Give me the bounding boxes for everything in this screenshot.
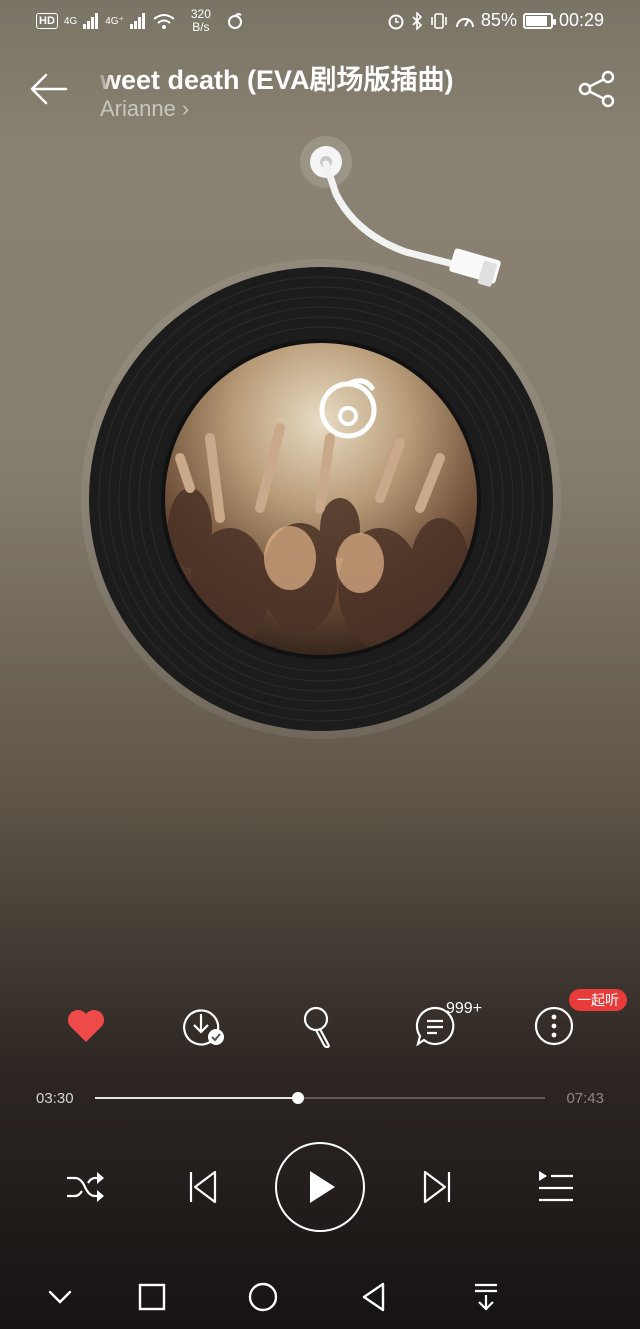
previous-button[interactable]	[176, 1160, 226, 1214]
comment-count-badge: 999+	[446, 1000, 483, 1017]
tonearm	[296, 134, 516, 304]
vibrate-icon	[431, 12, 447, 29]
wifi-icon	[153, 14, 175, 29]
action-row	[0, 996, 640, 1056]
battery-percent: 85%	[480, 10, 517, 30]
album-cover	[165, 343, 477, 655]
status-bar: HD 4G 4G⁺ 320 B/s 85% 00:29	[0, 0, 640, 42]
signal-label-1: 4G	[63, 15, 78, 27]
nav-collapse-button[interactable]	[36, 1265, 84, 1329]
playlist-icon	[539, 1171, 573, 1202]
battery-icon	[522, 12, 556, 29]
listen-together-badge[interactable]: 一起听	[569, 989, 627, 1011]
vinyl-disc[interactable]	[80, 258, 562, 740]
notification-pull-icon	[475, 1283, 497, 1311]
nav-recent-button[interactable]	[128, 1265, 176, 1329]
microphone-icon	[303, 1006, 330, 1048]
collapse-icon	[48, 1290, 72, 1304]
share-button[interactable]	[576, 68, 618, 110]
download-button[interactable]	[174, 996, 234, 1056]
more-icon	[534, 1006, 574, 1046]
system-nav-bar	[0, 1265, 640, 1329]
karaoke-button[interactable]	[288, 996, 348, 1056]
share-icon	[578, 70, 615, 108]
nav-back-button[interactable]	[350, 1265, 398, 1329]
like-button[interactable]	[56, 996, 116, 1056]
back-icon	[362, 1282, 385, 1312]
shuffle-icon	[67, 1172, 104, 1202]
play-icon	[310, 1171, 335, 1203]
progress-thumb[interactable]	[291, 1092, 304, 1104]
artist-link[interactable]: Arianne ›	[100, 96, 189, 122]
back-button[interactable]	[28, 70, 70, 108]
play-button[interactable]	[275, 1142, 365, 1232]
artist-name: Arianne	[100, 96, 176, 121]
progress-played	[95, 1097, 298, 1099]
network-speed: 320 B/s	[190, 7, 211, 34]
progress-bar[interactable]	[95, 1092, 545, 1104]
chevron-right-icon: ›	[181, 96, 190, 121]
hd-indicator: HD	[36, 13, 58, 29]
nav-notification-button[interactable]	[462, 1265, 510, 1329]
netease-music-icon	[227, 13, 242, 29]
speedometer-icon	[455, 17, 474, 27]
download-icon	[183, 1009, 224, 1046]
cell-signal-icon-2	[129, 13, 145, 29]
home-icon	[248, 1282, 278, 1312]
cell-signal-icon	[83, 13, 99, 29]
playlist-button[interactable]	[528, 1160, 582, 1214]
total-time: 07:43	[566, 1090, 604, 1107]
current-time: 03:30	[36, 1090, 74, 1107]
arrow-left-icon	[30, 73, 68, 105]
shuffle-button[interactable]	[60, 1160, 110, 1214]
bluetooth-icon	[412, 11, 423, 30]
alarm-icon	[388, 14, 404, 29]
heart-icon	[68, 1010, 104, 1042]
next-button[interactable]	[414, 1160, 464, 1214]
recent-apps-icon	[138, 1283, 166, 1311]
signal-label-2: 4G⁺	[105, 15, 124, 27]
clock: 00:29	[558, 10, 604, 30]
previous-icon	[189, 1170, 217, 1204]
nav-home-button[interactable]	[239, 1265, 287, 1329]
next-icon	[423, 1170, 451, 1204]
song-title: weet death (EVA剧场版插曲)	[100, 65, 454, 95]
